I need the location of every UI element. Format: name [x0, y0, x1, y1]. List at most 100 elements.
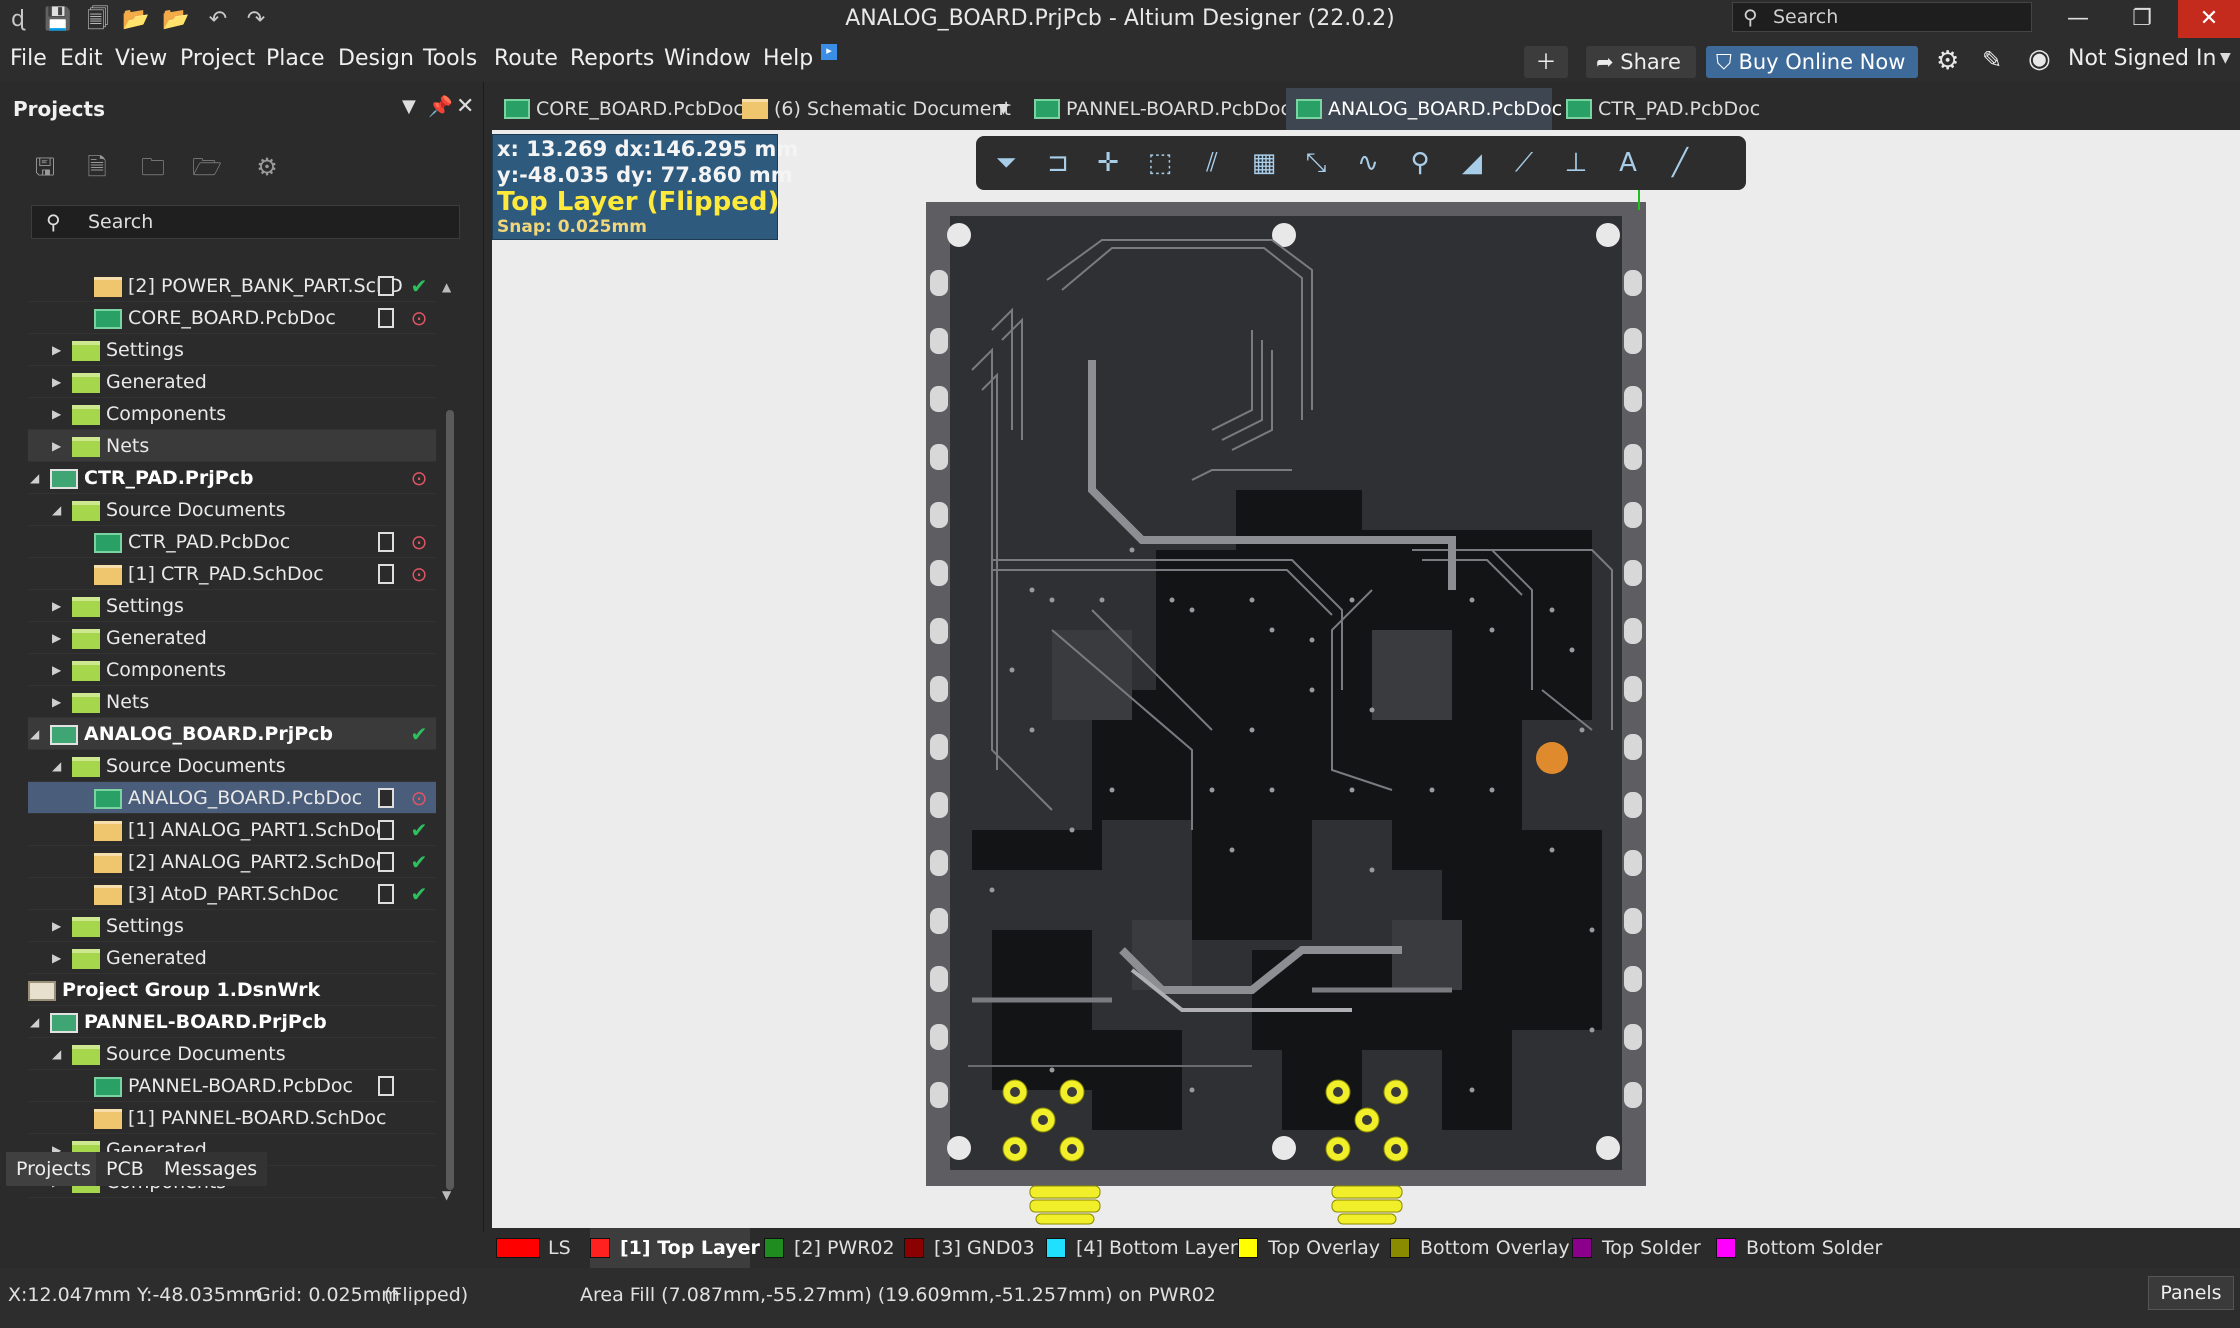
panels-button[interactable]: Panels: [2148, 1276, 2234, 1310]
panel-close-icon[interactable]: ✕: [456, 94, 474, 119]
close-button[interactable]: ✕: [2178, 0, 2240, 38]
menu-route[interactable]: Route: [494, 46, 558, 71]
tree-document-item[interactable]: [2] POWER_BANK_PART.SchD ✔: [28, 270, 436, 302]
tree-project-item[interactable]: ◢ CTR_PAD.PrjPcb ⊙: [28, 462, 436, 494]
select-area-icon[interactable]: ⬚: [1142, 146, 1178, 180]
menu-place[interactable]: Place: [266, 46, 325, 71]
layer-tab-top-layer[interactable]: [1] Top Layer: [590, 1228, 760, 1268]
tab-messages[interactable]: Messages: [154, 1152, 268, 1186]
tree-project-item[interactable]: ◢ ANALOG_BOARD.PrjPcb ✔: [28, 718, 436, 750]
tree-document-item[interactable]: Project Group 1.DsnWrk: [28, 974, 436, 1006]
doc-tab-ctr-pad[interactable]: CTR_PAD.PcbDoc: [1556, 88, 1766, 130]
menu-file[interactable]: File: [10, 46, 47, 71]
layer-tab-top-solder[interactable]: Top Solder: [1572, 1228, 1702, 1268]
tree-document-item[interactable]: [1] ANALOG_PART1.SchDoc ✔: [28, 814, 436, 846]
layer-tab-pwr02[interactable]: [2] PWR02: [764, 1228, 895, 1268]
tree-folder-item[interactable]: ▶ Settings: [28, 590, 436, 622]
layer-tab-bottom-overlay[interactable]: Bottom Overlay: [1390, 1228, 1570, 1268]
collapse-arrow-icon[interactable]: ◢: [30, 718, 44, 750]
tree-document-item[interactable]: ANALOG_BOARD.PcbDoc ⊙: [28, 782, 436, 814]
layer-tab-top-overlay[interactable]: Top Overlay: [1238, 1228, 1380, 1268]
tab-projects[interactable]: Projects: [6, 1152, 101, 1186]
tree-folder-item[interactable]: ◢ Source Documents: [28, 494, 436, 526]
expand-arrow-icon[interactable]: ▶: [52, 910, 66, 942]
folder-settings-icon[interactable]: 🗁: [192, 152, 222, 182]
scroll-up-icon[interactable]: ▲: [442, 280, 451, 294]
buy-online-button[interactable]: ⛉ Buy Online Now: [1706, 46, 1918, 78]
tree-document-item[interactable]: [1] PANNEL-BOARD.SchDoc: [28, 1102, 436, 1134]
expand-arrow-icon[interactable]: ▶: [52, 334, 66, 366]
length-tune-icon[interactable]: ∿: [1350, 146, 1386, 180]
gear-icon[interactable]: ⚙: [252, 152, 282, 182]
settings-gear-icon[interactable]: ⚙: [1936, 46, 1959, 76]
doc-tab-analog-board[interactable]: ANALOG_BOARD.PcbDoc: [1286, 88, 1562, 130]
component-icon[interactable]: ▦: [1246, 146, 1282, 180]
layer-set-selector[interactable]: LS: [496, 1228, 571, 1268]
filter-icon[interactable]: ⏷: [988, 146, 1024, 180]
expand-arrow-icon[interactable]: ▶: [52, 686, 66, 718]
menu-tools[interactable]: Tools: [423, 46, 477, 71]
scroll-down-icon[interactable]: ▼: [442, 1188, 451, 1202]
add-icon[interactable]: ＋: [1524, 46, 1568, 78]
chevron-down-icon[interactable]: ▼: [2220, 50, 2231, 66]
doc-tab-core-board[interactable]: CORE_BOARD.PcbDoc: [494, 88, 744, 130]
cross-probe-icon[interactable]: ✛: [1090, 146, 1126, 180]
menu-reports[interactable]: Reports: [570, 46, 654, 71]
track-icon[interactable]: ⟋: [1506, 146, 1542, 180]
align-icon[interactable]: ⫽: [1194, 146, 1230, 180]
layer-tab-gnd03[interactable]: [3] GND03: [904, 1228, 1035, 1268]
fill-icon[interactable]: ◢: [1454, 146, 1490, 180]
share-button[interactable]: ➦ Share: [1586, 46, 1696, 78]
minimize-button[interactable]: —: [2050, 0, 2106, 38]
collapse-arrow-icon[interactable]: ◢: [52, 1038, 66, 1070]
dimension-icon[interactable]: ⊥: [1558, 146, 1594, 180]
help-info-icon[interactable]: ▸: [821, 44, 837, 60]
save-icon[interactable]: 🖫: [30, 152, 60, 182]
menu-project[interactable]: Project: [180, 46, 255, 71]
doc-tab-schematic[interactable]: (6) Schematic Document: [732, 88, 1011, 130]
tree-folder-item[interactable]: ◢ Source Documents: [28, 1038, 436, 1070]
menu-window[interactable]: Window: [664, 46, 751, 71]
pin-icon[interactable]: 📌: [428, 94, 453, 118]
user-account-label[interactable]: Not Signed In: [2068, 46, 2216, 71]
tree-folder-item[interactable]: ▶ Components: [28, 654, 436, 686]
tree-folder-item[interactable]: ▶ Components: [28, 398, 436, 430]
expand-arrow-icon[interactable]: ▶: [52, 366, 66, 398]
tree-folder-item[interactable]: ▶ Nets: [28, 430, 436, 462]
tree-scrollbar[interactable]: [446, 410, 454, 1190]
panel-menu-icon[interactable]: ▼: [402, 96, 416, 117]
doc-tab-pannel-board[interactable]: PANNEL-BOARD.PcbDoc: [1024, 88, 1291, 130]
tab-pcb[interactable]: PCB: [96, 1152, 154, 1186]
via-icon[interactable]: ⚲: [1402, 146, 1438, 180]
tree-document-item[interactable]: [2] ANALOG_PART2.SchDoc ✔: [28, 846, 436, 878]
tree-document-item[interactable]: PANNEL-BOARD.PcbDoc: [28, 1070, 436, 1102]
compile-icon[interactable]: 🗎: [82, 152, 112, 182]
restore-button[interactable]: ❐: [2114, 0, 2170, 38]
tree-document-item[interactable]: [3] AtoD_PART.SchDoc ✔: [28, 878, 436, 910]
tree-folder-item[interactable]: ▶ Generated: [28, 366, 436, 398]
collapse-arrow-icon[interactable]: ◢: [52, 750, 66, 782]
menu-edit[interactable]: Edit: [60, 46, 103, 71]
collapse-arrow-icon[interactable]: ◢: [30, 462, 44, 494]
projects-search-input[interactable]: ⚲ Search: [31, 205, 460, 239]
tree-folder-item[interactable]: ▶ Settings: [28, 910, 436, 942]
global-search-input[interactable]: ⚲ Search: [1732, 2, 2032, 32]
tree-folder-item[interactable]: ▶ Generated: [28, 622, 436, 654]
layer-tab-bottom-layer[interactable]: [4] Bottom Layer: [1046, 1228, 1238, 1268]
collapse-arrow-icon[interactable]: ◢: [52, 494, 66, 526]
menu-view[interactable]: View: [115, 46, 167, 71]
tree-folder-item[interactable]: ◢ Source Documents: [28, 750, 436, 782]
expand-arrow-icon[interactable]: ▶: [52, 430, 66, 462]
layer-tab-bottom-solder[interactable]: Bottom Solder: [1716, 1228, 1882, 1268]
chevron-down-icon[interactable]: ▼: [998, 88, 1009, 130]
tree-project-item[interactable]: ◢ PANNEL-BOARD.PrjPcb: [28, 1006, 436, 1038]
tree-folder-item[interactable]: ▶ Nets: [28, 686, 436, 718]
notifications-icon[interactable]: ✎: [1982, 46, 2002, 74]
tree-document-item[interactable]: CORE_BOARD.PcbDoc ⊙: [28, 302, 436, 334]
line-icon[interactable]: ╱: [1662, 146, 1698, 180]
expand-arrow-icon[interactable]: ▶: [52, 654, 66, 686]
expand-arrow-icon[interactable]: ▶: [52, 398, 66, 430]
pcb-canvas[interactable]: [492, 130, 2240, 1228]
user-avatar-icon[interactable]: ◉: [2028, 44, 2051, 74]
collapse-arrow-icon[interactable]: ◢: [30, 1006, 44, 1038]
